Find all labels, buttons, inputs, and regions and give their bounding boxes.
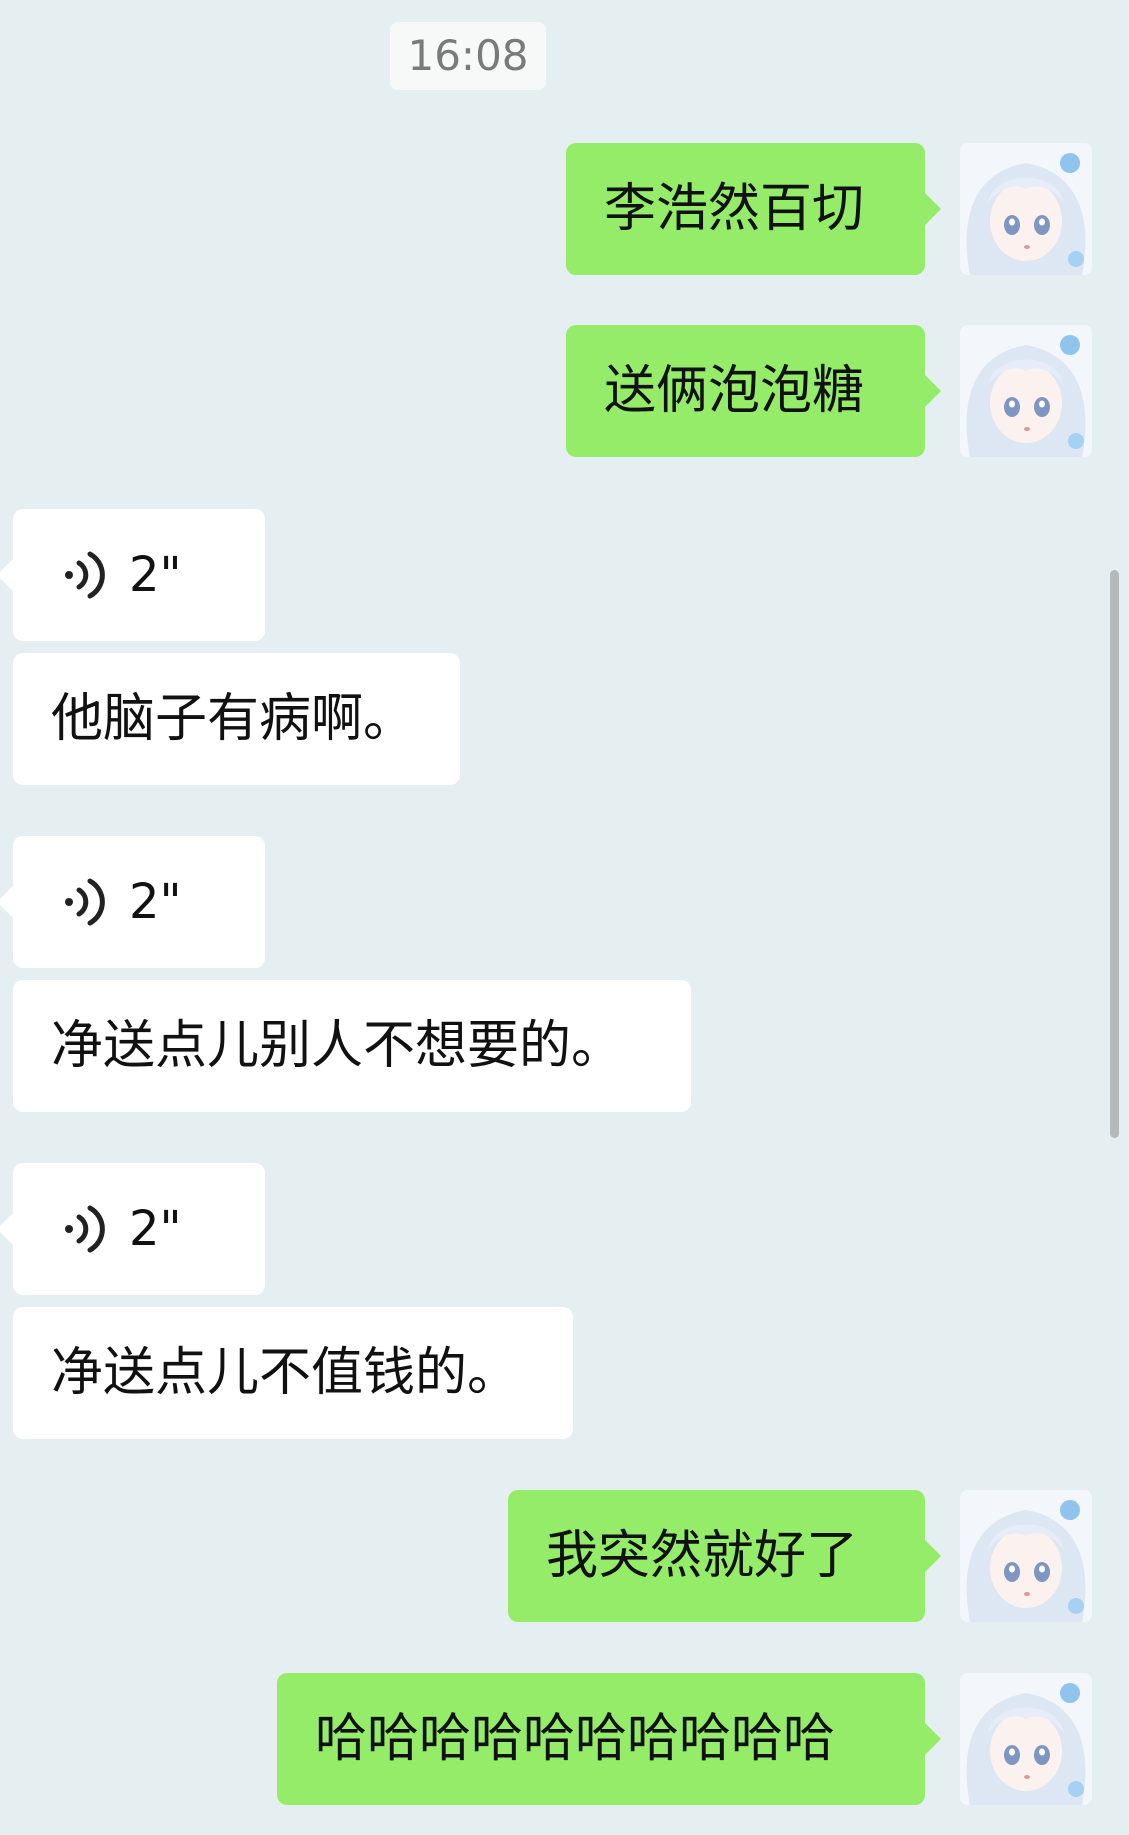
message-bubble-outgoing[interactable]: 送俩泡泡糖 bbox=[566, 325, 941, 457]
chat-timestamp: 16:08 bbox=[390, 22, 546, 90]
avatar[interactable] bbox=[960, 1490, 1092, 1622]
voice-wave-icon bbox=[65, 878, 105, 926]
voice-duration: 2" bbox=[129, 1201, 182, 1257]
voice-message-bubble[interactable]: 2" bbox=[0, 836, 265, 968]
avatar[interactable] bbox=[960, 1673, 1092, 1805]
message-text: 李浩然百切 bbox=[604, 179, 865, 239]
message-text: 送俩泡泡糖 bbox=[604, 361, 865, 421]
avatar-anime-girl-icon bbox=[960, 143, 1092, 275]
avatar-anime-girl-icon bbox=[960, 325, 1092, 457]
avatar[interactable] bbox=[960, 325, 1092, 457]
voice-wave-icon bbox=[65, 1205, 105, 1253]
message-text: 他脑子有病啊。 bbox=[51, 689, 416, 749]
message-text: 哈哈哈哈哈哈哈哈哈哈 bbox=[315, 1709, 836, 1769]
message-text: 净送点儿别人不想要的。 bbox=[51, 1016, 624, 1076]
message-bubble-outgoing[interactable]: 李浩然百切 bbox=[566, 143, 941, 275]
message-bubble-incoming[interactable]: 净送点儿别人不想要的。 bbox=[13, 980, 691, 1112]
voice-duration: 2" bbox=[129, 874, 182, 930]
avatar-anime-girl-icon bbox=[960, 1490, 1092, 1622]
voice-wave-icon bbox=[65, 551, 105, 599]
voice-duration: 2" bbox=[129, 547, 182, 603]
message-bubble-outgoing[interactable]: 我突然就好了 bbox=[508, 1490, 941, 1622]
message-text: 净送点儿不值钱的。 bbox=[51, 1343, 520, 1403]
avatar-anime-girl-icon bbox=[960, 1673, 1092, 1805]
message-bubble-outgoing[interactable]: 哈哈哈哈哈哈哈哈哈哈 bbox=[277, 1673, 941, 1805]
voice-message-bubble[interactable]: 2" bbox=[0, 509, 265, 641]
voice-message-bubble[interactable]: 2" bbox=[0, 1163, 265, 1295]
message-bubble-incoming[interactable]: 净送点儿不值钱的。 bbox=[13, 1307, 573, 1439]
message-bubble-incoming[interactable]: 他脑子有病啊。 bbox=[13, 653, 460, 785]
scrollbar[interactable] bbox=[1110, 570, 1119, 1138]
message-text: 我突然就好了 bbox=[546, 1526, 859, 1586]
avatar[interactable] bbox=[960, 143, 1092, 275]
